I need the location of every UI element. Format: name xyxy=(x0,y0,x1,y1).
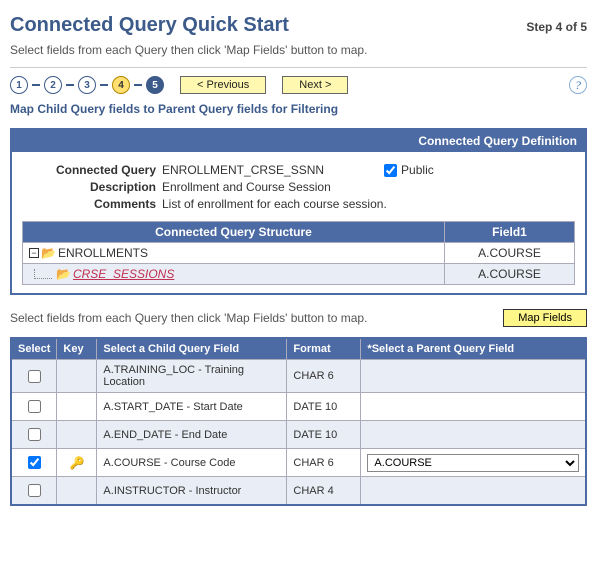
table-row: A.END_DATE - End Date DATE 10 xyxy=(11,421,586,449)
folder-open-icon: 📂 xyxy=(41,246,56,260)
folder-open-icon: 📂 xyxy=(56,267,71,281)
help-icon[interactable]: ? xyxy=(569,76,587,94)
grid-header-parent: *Select a Parent Query Field xyxy=(361,338,586,360)
field-mapping-grid: Select Key Select a Child Query Field Fo… xyxy=(10,337,587,506)
wizard-dash xyxy=(100,84,108,86)
tree-branch-icon xyxy=(34,269,52,279)
grid-header-format: Format xyxy=(287,338,361,360)
public-checkbox[interactable] xyxy=(384,164,397,177)
map-fields-button[interactable]: Map Fields xyxy=(503,309,587,327)
structure-table: Connected Query Structure Field1 − 📂 ENR… xyxy=(22,221,575,285)
table-row: A.START_DATE - Start Date DATE 10 xyxy=(11,393,586,421)
wizard-nav: 1 2 3 4 5 < Previous Next > ? xyxy=(10,67,587,94)
row-parent-field xyxy=(361,477,586,506)
next-button[interactable]: Next > xyxy=(282,76,348,94)
table-row: 🔑 A.COURSE - Course Code CHAR 6 A.COURSE xyxy=(11,449,586,477)
table-row: A.INSTRUCTOR - Instructor CHAR 4 xyxy=(11,477,586,506)
row-key-cell xyxy=(57,360,97,393)
definition-panel: Connected Query Definition Connected Que… xyxy=(10,128,587,295)
tree-collapse-icon[interactable]: − xyxy=(29,248,39,258)
row-key-cell xyxy=(57,393,97,421)
conn-query-value: ENROLLMENT_CRSE_SSNN xyxy=(162,163,324,177)
page-title: Connected Query Quick Start xyxy=(10,14,289,37)
structure-node-field1: A.COURSE xyxy=(445,264,575,285)
structure-node-label: ENROLLMENTS xyxy=(58,246,148,260)
wizard-dash xyxy=(32,84,40,86)
row-parent-field xyxy=(361,360,586,393)
conn-query-label: Connected Query xyxy=(22,163,162,177)
row-parent-field xyxy=(361,421,586,449)
row-select-checkbox[interactable] xyxy=(28,484,41,497)
row-child-field: A.COURSE - Course Code xyxy=(97,449,287,477)
structure-header-name: Connected Query Structure xyxy=(23,222,445,243)
row-select-checkbox[interactable] xyxy=(28,400,41,413)
wizard-dash xyxy=(66,84,74,86)
key-icon: 🔑 xyxy=(69,456,84,470)
row-select-checkbox[interactable] xyxy=(28,370,41,383)
structure-child-link[interactable]: CRSE_SESSIONS xyxy=(73,267,174,281)
parent-field-select[interactable]: A.COURSE xyxy=(367,454,579,472)
row-select-checkbox[interactable] xyxy=(28,456,41,469)
map-instruction: Select fields from each Query then click… xyxy=(10,311,367,325)
step-indicator: Step 4 of 5 xyxy=(526,20,587,34)
wizard-step-1[interactable]: 1 xyxy=(10,76,28,94)
description-label: Description xyxy=(22,180,162,194)
grid-header-select: Select xyxy=(11,338,57,360)
structure-header-field1: Field1 xyxy=(445,222,575,243)
row-child-field: A.END_DATE - End Date xyxy=(97,421,287,449)
row-format: DATE 10 xyxy=(287,393,361,421)
wizard-step-3[interactable]: 3 xyxy=(78,76,96,94)
row-key-cell: 🔑 xyxy=(57,449,97,477)
wizard-dash xyxy=(134,84,142,86)
section-instruction: Map Child Query fields to Parent Query f… xyxy=(10,102,587,116)
previous-button[interactable]: < Previous xyxy=(180,76,266,94)
row-format: CHAR 6 xyxy=(287,360,361,393)
page-instruction: Select fields from each Query then click… xyxy=(10,43,587,57)
grid-header-child: Select a Child Query Field xyxy=(97,338,287,360)
structure-row: 📂 CRSE_SESSIONS A.COURSE xyxy=(23,264,575,285)
row-child-field: A.TRAINING_LOC - Training Location xyxy=(97,360,287,393)
structure-node-field1: A.COURSE xyxy=(445,243,575,264)
row-format: DATE 10 xyxy=(287,421,361,449)
public-label: Public xyxy=(401,163,434,177)
comments-label: Comments xyxy=(22,197,162,211)
row-key-cell xyxy=(57,421,97,449)
row-parent-field xyxy=(361,393,586,421)
table-row: A.TRAINING_LOC - Training Location CHAR … xyxy=(11,360,586,393)
row-child-field: A.INSTRUCTOR - Instructor xyxy=(97,477,287,506)
structure-row: − 📂 ENROLLMENTS A.COURSE xyxy=(23,243,575,264)
public-checkbox-container[interactable]: Public xyxy=(384,163,434,177)
wizard-step-4[interactable]: 4 xyxy=(112,76,130,94)
row-format: CHAR 4 xyxy=(287,477,361,506)
wizard-step-5[interactable]: 5 xyxy=(146,76,164,94)
row-key-cell xyxy=(57,477,97,506)
row-child-field: A.START_DATE - Start Date xyxy=(97,393,287,421)
definition-panel-title: Connected Query Definition xyxy=(12,130,585,152)
comments-value: List of enrollment for each course sessi… xyxy=(162,197,387,211)
wizard-step-2[interactable]: 2 xyxy=(44,76,62,94)
grid-header-key: Key xyxy=(57,338,97,360)
description-value: Enrollment and Course Session xyxy=(162,180,331,194)
row-format: CHAR 6 xyxy=(287,449,361,477)
row-select-checkbox[interactable] xyxy=(28,428,41,441)
